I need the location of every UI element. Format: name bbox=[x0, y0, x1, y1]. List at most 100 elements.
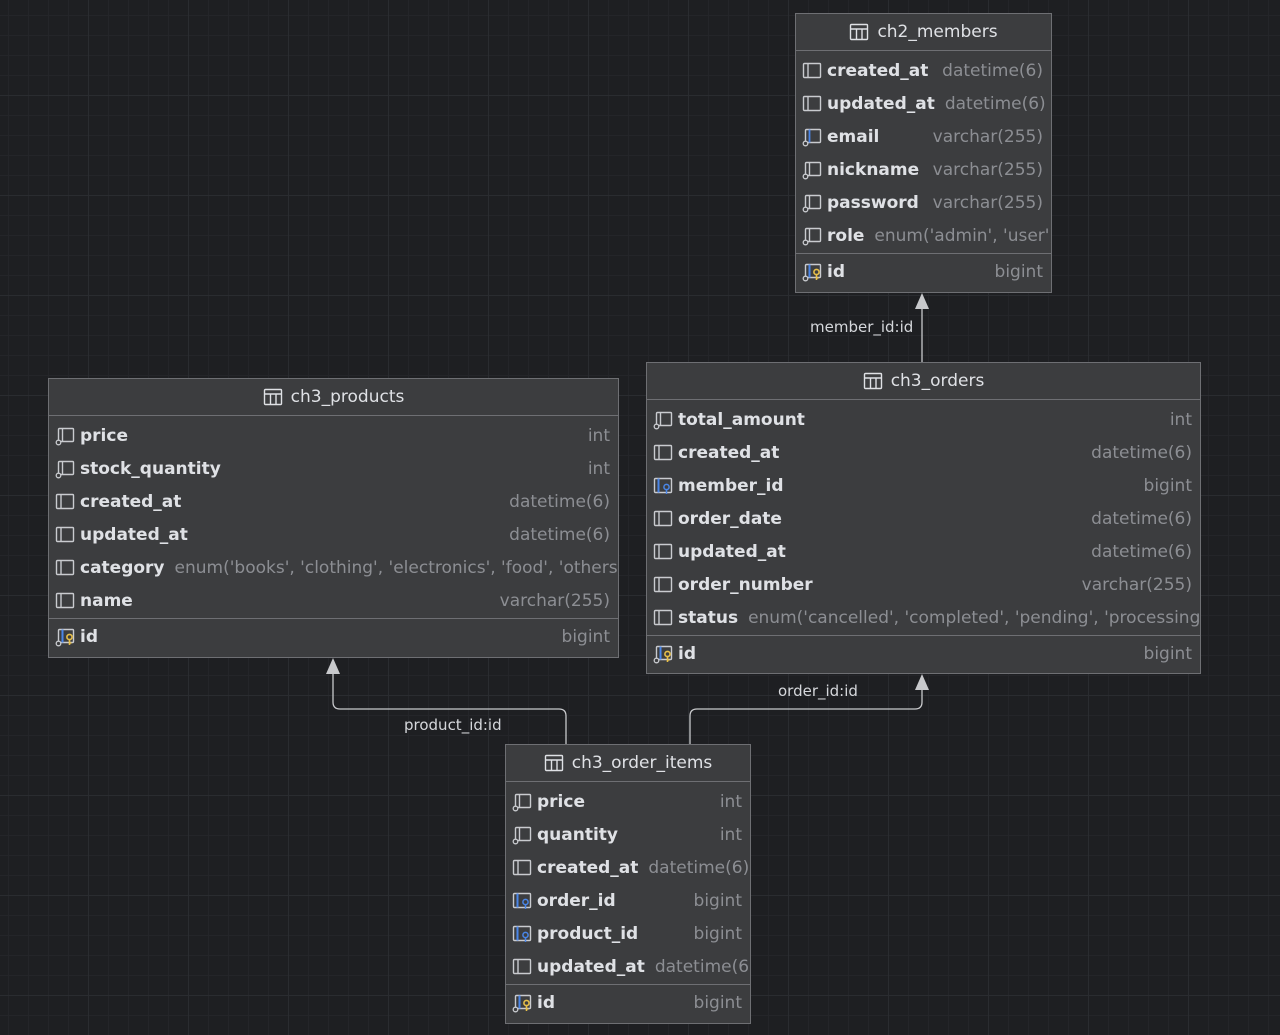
column-icon bbox=[55, 525, 75, 545]
column-type: enum('admin', 'user') bbox=[874, 225, 1052, 246]
table-ch2-members[interactable]: ch2_members created_at datetime(6) updated_… bbox=[795, 13, 1052, 293]
column-name: updated_at bbox=[537, 956, 645, 977]
table-header[interactable]: ch3_order_items bbox=[506, 745, 750, 782]
column-icon bbox=[653, 509, 673, 529]
primary-key-section: id bigint bbox=[49, 618, 618, 655]
column-type: bigint bbox=[561, 627, 610, 647]
column-name: created_at bbox=[537, 857, 639, 878]
column-type: datetime(6) bbox=[1091, 442, 1192, 463]
column-type: bigint bbox=[1143, 644, 1192, 664]
table-header[interactable]: ch3_products bbox=[49, 379, 618, 416]
column-row-status[interactable]: status enum('cancelled', 'completed', 'pe… bbox=[647, 601, 1200, 634]
member-relation-arrow bbox=[915, 293, 929, 309]
column-row-stock-quantity[interactable]: stock_quantity int bbox=[49, 452, 618, 485]
pk-row-ch3-products[interactable]: id bigint bbox=[49, 619, 618, 655]
pk-row-ch3-orders[interactable]: id bigint bbox=[647, 636, 1200, 672]
column-row-role[interactable]: role enum('admin', 'user') bbox=[796, 219, 1051, 252]
column-row-price[interactable]: price int bbox=[49, 419, 618, 452]
not-null-column-icon bbox=[512, 825, 532, 845]
column-type: datetime(6) bbox=[509, 524, 610, 545]
column-icon bbox=[802, 61, 822, 81]
column-row-total-amount[interactable]: total_amount int bbox=[647, 403, 1200, 436]
column-name: member_id bbox=[678, 475, 784, 496]
member-relation-label: member_id:id bbox=[810, 318, 914, 336]
column-row-member-id[interactable]: member_id bigint bbox=[647, 469, 1200, 502]
table-title: ch2_members bbox=[877, 22, 998, 42]
column-row-email[interactable]: email varchar(255) bbox=[796, 120, 1051, 153]
column-icon bbox=[55, 558, 75, 578]
column-icon bbox=[653, 443, 673, 463]
column-name: status bbox=[678, 607, 739, 628]
column-name: product_id bbox=[537, 923, 639, 944]
column-name: name bbox=[80, 590, 133, 611]
column-type: datetime(6) bbox=[942, 60, 1043, 81]
table-header[interactable]: ch2_members bbox=[796, 14, 1051, 51]
not-null-column-icon bbox=[802, 160, 822, 180]
column-name: total_amount bbox=[678, 409, 805, 430]
column-row-category[interactable]: category enum('books', 'clothing', 'elect… bbox=[49, 551, 618, 584]
column-row-created-at[interactable]: created_at datetime(6) bbox=[49, 485, 618, 518]
column-name: id bbox=[537, 993, 555, 1013]
column-list: price int stock_quantity int created_at datet… bbox=[49, 416, 618, 617]
column-type: bigint bbox=[693, 890, 742, 911]
pk-row-ch2-members[interactable]: id bigint bbox=[796, 254, 1051, 290]
column-type: datetime(6) bbox=[944, 93, 1046, 114]
column-name: nickname bbox=[827, 159, 920, 180]
table-ch3-order-items[interactable]: ch3_order_items price int quantity int create… bbox=[505, 744, 751, 1024]
column-type: datetime(6) bbox=[654, 956, 751, 977]
column-type: enum('books', 'clothing', 'electronics',… bbox=[174, 557, 619, 578]
table-ch3-products[interactable]: ch3_products price int stock_quantity int cre… bbox=[48, 378, 619, 658]
table-title: ch3_order_items bbox=[571, 753, 713, 773]
column-row-name[interactable]: name varchar(255) bbox=[49, 584, 618, 617]
column-row-updated-at[interactable]: updated_at datetime(6) bbox=[796, 87, 1051, 120]
column-name: email bbox=[827, 126, 880, 147]
column-row-password[interactable]: password varchar(255) bbox=[796, 186, 1051, 219]
column-type: int bbox=[587, 458, 610, 479]
column-row-order-date[interactable]: order_date datetime(6) bbox=[647, 502, 1200, 535]
not-null-column-icon bbox=[55, 459, 75, 479]
product-relation-label: product_id:id bbox=[404, 716, 502, 734]
column-list: total_amount int created_at datetime(6) memb… bbox=[647, 400, 1200, 634]
column-row-updated-at[interactable]: updated_at datetime(6) bbox=[49, 518, 618, 551]
pk-row-ch3-order-items[interactable]: id bigint bbox=[506, 985, 750, 1021]
column-row-created-at[interactable]: created_at datetime(6) bbox=[796, 54, 1051, 87]
order-relation-arrow bbox=[915, 674, 929, 690]
column-list: created_at datetime(6) updated_at datetime(… bbox=[796, 51, 1051, 252]
primary-key-section: id bigint bbox=[796, 253, 1051, 290]
column-row-updated-at[interactable]: updated_at datetime(6) bbox=[647, 535, 1200, 568]
column-name: quantity bbox=[537, 824, 619, 845]
column-name: stock_quantity bbox=[80, 458, 221, 479]
column-row-created-at[interactable]: created_at datetime(6) bbox=[647, 436, 1200, 469]
table-icon bbox=[849, 23, 869, 41]
column-row-product-id[interactable]: product_id bigint bbox=[506, 917, 750, 950]
primary-key-icon bbox=[802, 262, 822, 282]
primary-key-icon bbox=[55, 627, 75, 647]
column-row-price[interactable]: price int bbox=[506, 785, 750, 818]
column-name: created_at bbox=[827, 60, 929, 81]
column-row-order-id[interactable]: order_id bigint bbox=[506, 884, 750, 917]
column-name: category bbox=[80, 557, 165, 578]
column-type: datetime(6) bbox=[1091, 541, 1192, 562]
column-type: bigint bbox=[693, 993, 742, 1013]
table-title: ch3_orders bbox=[890, 371, 985, 391]
column-icon bbox=[802, 94, 822, 114]
foreign-key-icon bbox=[653, 476, 673, 496]
table-ch3-orders[interactable]: ch3_orders total_amount int created_at datet… bbox=[646, 362, 1201, 674]
column-type: bigint bbox=[693, 923, 742, 944]
column-row-quantity[interactable]: quantity int bbox=[506, 818, 750, 851]
column-row-updated-at[interactable]: updated_at datetime(6) bbox=[506, 950, 750, 983]
column-row-created-at[interactable]: created_at datetime(6) bbox=[506, 851, 750, 884]
not-null-column-icon bbox=[802, 193, 822, 213]
column-type: int bbox=[1169, 409, 1192, 430]
diagram-canvas: member_id:id order_id:id product_id:id c… bbox=[0, 0, 1280, 1035]
column-name: password bbox=[827, 192, 919, 213]
not-null-column-icon bbox=[653, 410, 673, 430]
table-header[interactable]: ch3_orders bbox=[647, 363, 1200, 400]
column-type: datetime(6) bbox=[1091, 508, 1192, 529]
column-name: updated_at bbox=[827, 93, 935, 114]
column-icon bbox=[512, 957, 532, 977]
column-row-nickname[interactable]: nickname varchar(255) bbox=[796, 153, 1051, 186]
column-type: varchar(255) bbox=[932, 159, 1043, 180]
not-null-column-icon bbox=[55, 426, 75, 446]
column-row-order-number[interactable]: order_number varchar(255) bbox=[647, 568, 1200, 601]
